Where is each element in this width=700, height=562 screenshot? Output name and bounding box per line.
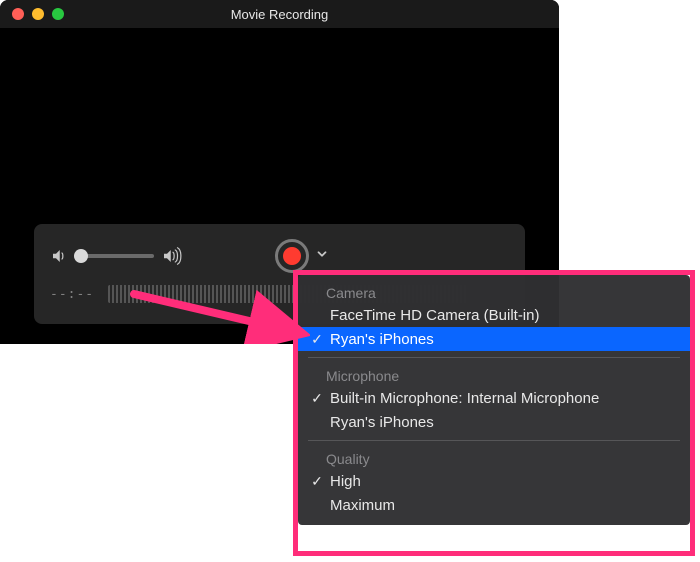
volume-control <box>50 247 184 265</box>
record-button[interactable] <box>275 239 309 273</box>
camera-option-iphone[interactable]: ✓ Ryan's iPhones <box>298 327 690 351</box>
menu-heading-microphone: Microphone <box>298 364 690 386</box>
quality-option-high[interactable]: ✓ High <box>298 469 690 493</box>
window-title: Movie Recording <box>0 7 559 22</box>
record-dot-icon <box>283 247 301 265</box>
menu-item-label: Built-in Microphone: Internal Microphone <box>330 390 676 407</box>
menu-separator <box>308 357 680 358</box>
record-options-menu: Camera FaceTime HD Camera (Built-in) ✓ R… <box>298 275 690 525</box>
titlebar: Movie Recording <box>0 0 559 28</box>
volume-low-icon <box>50 247 68 265</box>
maximize-button[interactable] <box>52 8 64 20</box>
window-controls <box>0 8 64 20</box>
minimize-button[interactable] <box>32 8 44 20</box>
menu-heading-quality: Quality <box>298 447 690 469</box>
menu-item-label: FaceTime HD Camera (Built-in) <box>330 307 676 324</box>
check-icon: ✓ <box>310 473 324 490</box>
close-button[interactable] <box>12 8 24 20</box>
quality-option-maximum[interactable]: Maximum <box>298 493 690 517</box>
volume-high-icon <box>162 247 184 265</box>
camera-option-facetime[interactable]: FaceTime HD Camera (Built-in) <box>298 303 690 327</box>
volume-slider-knob[interactable] <box>74 249 88 263</box>
menu-item-label: Ryan's iPhones <box>330 331 676 348</box>
menu-item-label: Maximum <box>330 497 676 514</box>
controls-row <box>50 234 509 278</box>
record-options-chevron-icon[interactable] <box>315 247 329 266</box>
microphone-option-builtin[interactable]: ✓ Built-in Microphone: Internal Micropho… <box>298 386 690 410</box>
check-icon: ✓ <box>310 331 324 348</box>
check-icon: ✓ <box>310 390 324 407</box>
menu-item-label: Ryan's iPhones <box>330 414 676 431</box>
menu-separator <box>308 440 680 441</box>
timecode: --:-- <box>50 287 94 302</box>
menu-item-label: High <box>330 473 676 490</box>
microphone-option-iphone[interactable]: Ryan's iPhones <box>298 410 690 434</box>
volume-slider[interactable] <box>76 254 154 258</box>
menu-heading-camera: Camera <box>298 281 690 303</box>
record-area <box>184 239 389 273</box>
